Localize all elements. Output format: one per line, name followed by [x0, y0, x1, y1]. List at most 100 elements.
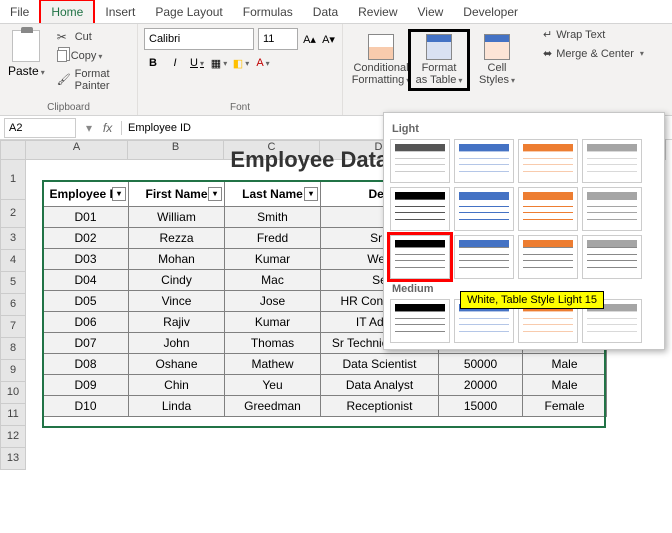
table-style-swatch[interactable]: [582, 139, 642, 183]
cell[interactable]: Rajiv: [129, 312, 225, 333]
font-size-select[interactable]: [258, 28, 298, 50]
italic-button[interactable]: I: [166, 54, 184, 72]
row-header-11[interactable]: 11: [0, 404, 26, 426]
cell[interactable]: D09: [43, 375, 129, 396]
tab-page-layout[interactable]: Page Layout: [145, 1, 232, 23]
cell[interactable]: Data Analyst: [321, 375, 439, 396]
cell[interactable]: Chin: [129, 375, 225, 396]
row-header-10[interactable]: 10: [0, 382, 26, 404]
table-style-swatch[interactable]: [454, 187, 514, 231]
format-as-table-button[interactable]: Format as Table: [411, 32, 467, 88]
table-style-swatch[interactable]: [454, 235, 514, 279]
expand-name-box[interactable]: ▾: [80, 121, 98, 135]
table-style-swatch[interactable]: [518, 235, 578, 279]
cell[interactable]: Oshane: [129, 354, 225, 375]
cell[interactable]: D02: [43, 228, 129, 249]
row-header-6[interactable]: 6: [0, 294, 26, 316]
filter-button-2[interactable]: ▾: [304, 187, 318, 201]
table-style-swatch[interactable]: [518, 187, 578, 231]
cell[interactable]: D03: [43, 249, 129, 270]
cell[interactable]: Kumar: [225, 249, 321, 270]
row-header-7[interactable]: 7: [0, 316, 26, 338]
cell[interactable]: Jose: [225, 291, 321, 312]
copy-button[interactable]: Copy: [53, 48, 131, 64]
cell[interactable]: Cindy: [129, 270, 225, 291]
table-style-swatch[interactable]: [582, 235, 642, 279]
table-style-swatch[interactable]: [390, 235, 450, 279]
tab-developer[interactable]: Developer: [453, 1, 528, 23]
cell[interactable]: Male: [523, 375, 607, 396]
cell[interactable]: Mac: [225, 270, 321, 291]
underline-button[interactable]: U: [188, 54, 206, 72]
tab-file[interactable]: File: [0, 1, 39, 23]
cell[interactable]: Kumar: [225, 312, 321, 333]
cell[interactable]: Linda: [129, 396, 225, 417]
row-header-1[interactable]: 1: [0, 160, 26, 200]
filter-button-0[interactable]: ▾: [112, 187, 126, 201]
merge-center-button[interactable]: ⬌Merge & Center: [543, 47, 644, 60]
cell[interactable]: Mathew: [225, 354, 321, 375]
table-style-swatch[interactable]: [390, 187, 450, 231]
tab-insert[interactable]: Insert: [95, 1, 145, 23]
cell[interactable]: Mohan: [129, 249, 225, 270]
border-button[interactable]: ▦: [210, 54, 228, 72]
table-style-swatch[interactable]: [454, 139, 514, 183]
cell[interactable]: 15000: [439, 396, 523, 417]
tab-data[interactable]: Data: [303, 1, 348, 23]
row-header-8[interactable]: 8: [0, 338, 26, 360]
fx-icon[interactable]: fx: [98, 121, 122, 135]
fill-color-button[interactable]: ◧: [232, 54, 250, 72]
conditional-formatting-button[interactable]: Conditional Formatting: [353, 32, 409, 88]
row-header-12[interactable]: 12: [0, 426, 26, 448]
table-style-swatch[interactable]: [582, 187, 642, 231]
cell[interactable]: D07: [43, 333, 129, 354]
cell[interactable]: 50000: [439, 354, 523, 375]
font-color-button[interactable]: A: [254, 54, 272, 72]
cell[interactable]: Smith: [225, 207, 321, 228]
cell[interactable]: Female: [523, 396, 607, 417]
table-header-2[interactable]: Last Name▾: [225, 181, 321, 207]
cell[interactable]: Fredd: [225, 228, 321, 249]
cell[interactable]: Receptionist: [321, 396, 439, 417]
table-style-swatch[interactable]: [390, 299, 450, 343]
tab-view[interactable]: View: [408, 1, 454, 23]
table-row[interactable]: D09ChinYeuData Analyst20000Male: [43, 375, 607, 396]
cell[interactable]: D05: [43, 291, 129, 312]
bold-button[interactable]: B: [144, 54, 162, 72]
cell[interactable]: D06: [43, 312, 129, 333]
row-header-3[interactable]: 3: [0, 228, 26, 250]
row-header-5[interactable]: 5: [0, 272, 26, 294]
table-row[interactable]: D10LindaGreedmanReceptionist15000Female: [43, 396, 607, 417]
cell[interactable]: D10: [43, 396, 129, 417]
cell[interactable]: Greedman: [225, 396, 321, 417]
tab-review[interactable]: Review: [348, 1, 407, 23]
tab-formulas[interactable]: Formulas: [233, 1, 303, 23]
table-header-0[interactable]: Employee ID▾: [43, 181, 129, 207]
increase-font-button[interactable]: A▴: [302, 30, 317, 48]
row-header-9[interactable]: 9: [0, 360, 26, 382]
cell[interactable]: D04: [43, 270, 129, 291]
paste-button[interactable]: Paste: [6, 28, 47, 94]
name-box[interactable]: [4, 118, 76, 138]
cell[interactable]: Rezza: [129, 228, 225, 249]
table-row[interactable]: D08OshaneMathewData Scientist50000Male: [43, 354, 607, 375]
cell[interactable]: D08: [43, 354, 129, 375]
table-style-swatch[interactable]: [390, 139, 450, 183]
cell[interactable]: Male: [523, 354, 607, 375]
row-header-4[interactable]: 4: [0, 250, 26, 272]
row-header-13[interactable]: 13: [0, 448, 26, 470]
select-all-corner[interactable]: [0, 140, 26, 160]
wrap-text-button[interactable]: ↵Wrap Text: [543, 28, 644, 41]
cut-button[interactable]: Cut: [53, 28, 131, 46]
table-style-swatch[interactable]: [518, 139, 578, 183]
table-header-1[interactable]: First Name▾: [129, 181, 225, 207]
row-header-2[interactable]: 2: [0, 200, 26, 228]
cell[interactable]: Data Scientist: [321, 354, 439, 375]
font-name-select[interactable]: [144, 28, 254, 50]
cell[interactable]: Yeu: [225, 375, 321, 396]
cell[interactable]: D01: [43, 207, 129, 228]
cell-styles-button[interactable]: Cell Styles: [469, 32, 525, 88]
format-painter-button[interactable]: Format Painter: [53, 66, 131, 94]
cell[interactable]: Vince: [129, 291, 225, 312]
tab-home[interactable]: Home: [39, 0, 95, 23]
